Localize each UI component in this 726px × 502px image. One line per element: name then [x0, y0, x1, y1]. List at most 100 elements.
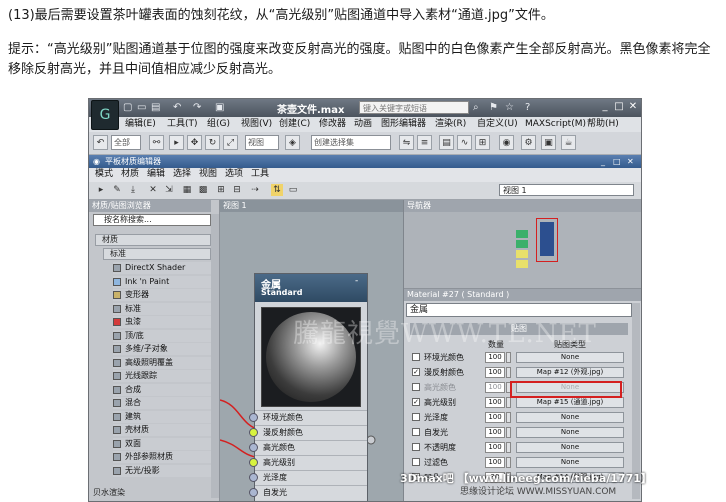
- me-menu-utilities[interactable]: 工具: [251, 168, 269, 181]
- assign-material-icon[interactable]: ⤓: [127, 184, 139, 196]
- track-icon[interactable]: ⇢: [249, 184, 261, 196]
- layout-icon[interactable]: ⊞: [215, 184, 227, 196]
- new-icon[interactable]: ▢: [123, 101, 132, 115]
- browser-item[interactable]: 壳材质: [113, 424, 211, 436]
- app-logo-icon[interactable]: G: [91, 100, 119, 130]
- menu-tools[interactable]: 工具(T): [167, 118, 198, 131]
- map-enable-checkbox[interactable]: [412, 443, 420, 451]
- amount-spinner-icon[interactable]: [506, 397, 511, 408]
- node-options-icon[interactable]: ⇅: [271, 184, 283, 196]
- show-map-icon[interactable]: ▦: [181, 184, 193, 196]
- map-slot-button[interactable]: None: [516, 442, 624, 453]
- browser-item[interactable]: 虫漆: [113, 316, 211, 328]
- browser-item[interactable]: 多维/子对象: [113, 343, 211, 355]
- hide-unused-icon[interactable]: ▭: [287, 184, 299, 196]
- curve-editor-icon[interactable]: ∿: [457, 135, 472, 150]
- map-amount-field[interactable]: 100: [485, 427, 505, 438]
- browser-item[interactable]: 顶/底: [113, 329, 211, 342]
- map-slot-button[interactable]: Map #15 (通道.jpg): [516, 397, 624, 408]
- align-icon[interactable]: ≡: [417, 135, 432, 150]
- node-slot[interactable]: 高光颜色: [249, 440, 367, 455]
- close-button[interactable]: ✕: [627, 101, 639, 113]
- map-amount-field[interactable]: 100: [485, 442, 505, 453]
- browser-item[interactable]: Ink 'n Paint: [113, 275, 211, 288]
- me-minimize-button[interactable]: _: [601, 155, 605, 168]
- me-menu-select[interactable]: 选择: [173, 168, 191, 181]
- me-maximize-button[interactable]: □: [613, 155, 621, 168]
- node-slot[interactable]: 环境光颜色: [249, 410, 367, 425]
- map-amount-field[interactable]: 100: [485, 397, 505, 408]
- browser-item[interactable]: 变形器: [113, 289, 211, 301]
- amount-spinner-icon[interactable]: [506, 427, 511, 438]
- me-menu-edit[interactable]: 编辑: [147, 168, 165, 181]
- map-enable-checkbox[interactable]: [412, 458, 420, 466]
- maximize-button[interactable]: □: [613, 101, 625, 113]
- browser-item[interactable]: 无光/投影: [113, 464, 211, 477]
- pick-material-icon[interactable]: ✎: [111, 184, 123, 196]
- show-background-icon[interactable]: ▩: [197, 184, 209, 196]
- map-enable-checkbox[interactable]: [412, 413, 420, 421]
- slot-socket-icon[interactable]: [249, 428, 258, 437]
- map-amount-field[interactable]: 100: [485, 367, 505, 378]
- redo-icon[interactable]: ↷: [193, 101, 201, 115]
- material-editor-icon[interactable]: ◉: [499, 135, 514, 150]
- node-slot[interactable]: 光泽度: [249, 470, 367, 485]
- menu-rendering[interactable]: 渲染(R): [435, 118, 466, 131]
- group-standard[interactable]: 标准: [103, 248, 211, 260]
- browser-item[interactable]: 混合: [113, 397, 211, 409]
- map-amount-field[interactable]: 100: [485, 412, 505, 423]
- browser-item[interactable]: 标准: [113, 302, 211, 315]
- amount-spinner-icon[interactable]: [506, 457, 511, 468]
- menu-customize[interactable]: 自定义(U): [477, 118, 518, 131]
- menu-group[interactable]: 组(G): [207, 118, 230, 131]
- nav-viewport-frame[interactable]: [536, 218, 558, 262]
- coord-dropdown[interactable]: 视图: [245, 135, 279, 150]
- menu-create[interactable]: 创建(C): [279, 118, 310, 131]
- browser-item[interactable]: DirectX Shader: [113, 262, 211, 274]
- map-slot-button[interactable]: None: [516, 352, 624, 363]
- slot-socket-icon[interactable]: [249, 473, 258, 482]
- browser-item[interactable]: 外部参照材质: [113, 451, 211, 463]
- help-icon[interactable]: ?: [525, 101, 530, 115]
- move-icon[interactable]: ✥: [187, 135, 202, 150]
- material-node[interactable]: 金属 Standard - 环境光颜色 漫反射颜色 高光颜色 高光级别 光泽度 自发光: [249, 273, 368, 501]
- slot-socket-icon[interactable]: [249, 443, 258, 452]
- select-icon[interactable]: ▸: [169, 135, 184, 150]
- minimize-button[interactable]: _: [599, 101, 611, 113]
- map-slot-button[interactable]: None: [516, 412, 624, 423]
- node-slot[interactable]: 自发光: [249, 485, 367, 500]
- map-enable-checkbox[interactable]: [412, 353, 420, 361]
- menu-edit[interactable]: 编辑(E): [125, 118, 156, 131]
- link-icon[interactable]: ⚯: [149, 135, 164, 150]
- selection-set-dropdown[interactable]: 创建选择集: [311, 135, 391, 150]
- me-menu-view[interactable]: 视图: [199, 168, 217, 181]
- map-amount-field[interactable]: 100: [485, 352, 505, 363]
- rotate-icon[interactable]: ↻: [205, 135, 220, 150]
- render-setup-icon[interactable]: ⚙: [521, 135, 536, 150]
- amount-spinner-icon[interactable]: [506, 442, 511, 453]
- layout-children-icon[interactable]: ⊟: [231, 184, 243, 196]
- slot-socket-icon[interactable]: [249, 488, 258, 497]
- binoculars-icon[interactable]: ⌕: [473, 101, 479, 115]
- project-icon[interactable]: ▣: [215, 101, 224, 115]
- open-icon[interactable]: ▭: [137, 101, 146, 115]
- view-select-dropdown[interactable]: 视图 1: [499, 184, 634, 196]
- map-amount-field[interactable]: 100: [485, 382, 505, 393]
- me-menu-options[interactable]: 选项: [225, 168, 243, 181]
- group-materials[interactable]: 材质: [95, 234, 211, 246]
- menu-views[interactable]: 视图(V): [241, 118, 272, 131]
- select-tool-icon[interactable]: ▸: [95, 184, 107, 196]
- map-enable-checkbox[interactable]: ✓: [412, 398, 420, 406]
- map-enable-checkbox[interactable]: [412, 428, 420, 436]
- undo-tool-icon[interactable]: ↶: [93, 135, 108, 150]
- save-icon[interactable]: ▤: [151, 101, 160, 115]
- infocenter-icon[interactable]: ⚑: [489, 101, 498, 115]
- delete-icon[interactable]: ✕: [147, 184, 159, 196]
- schematic-icon[interactable]: ⊞: [475, 135, 490, 150]
- search-input[interactable]: 键入关键字或短语: [359, 101, 469, 114]
- undo-icon[interactable]: ↶: [173, 101, 181, 115]
- menu-modifiers[interactable]: 修改器: [319, 118, 346, 131]
- menu-animation[interactable]: 动画: [354, 118, 372, 131]
- mirror-icon[interactable]: ⇋: [399, 135, 414, 150]
- me-close-button[interactable]: ✕: [627, 155, 634, 168]
